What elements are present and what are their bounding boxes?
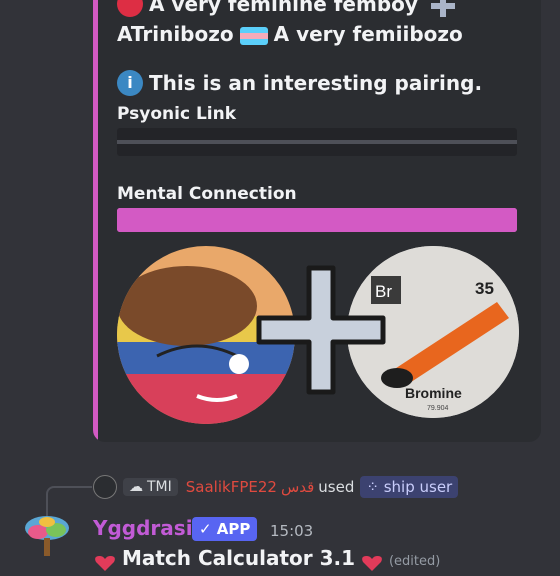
pairing-line: i This is an interesting pairing. — [117, 69, 483, 98]
command-icon: ⁘ — [366, 478, 384, 496]
bromine-mass: 79.904 — [427, 405, 449, 412]
heart-icon — [117, 0, 143, 17]
ship-command-label: ship user — [383, 478, 453, 496]
reply-username[interactable]: SaalikFPE22 — [186, 478, 277, 496]
mental-connection-fill — [117, 208, 517, 232]
reply-context[interactable]: ☁ TMI SaalikFPE22 قدس used ⁘ ship user — [93, 474, 459, 500]
message-title: Match Calculator 3.1 (edited) — [95, 546, 441, 571]
reply-username-suffix: قدس — [280, 478, 315, 496]
plus-icon — [430, 0, 455, 17]
big-plus-icon — [256, 265, 386, 395]
bromine-name: Bromine — [405, 385, 462, 401]
message-title-text: Match Calculator 3.1 — [121, 546, 356, 570]
message-timestamp: 15:03 — [270, 522, 314, 540]
line1-text: A very feminine femboy — [149, 0, 418, 16]
psyonic-link-label: Psyonic Link — [117, 104, 237, 124]
app-badge: ✓ APP — [192, 517, 258, 541]
embed-line-1: A very feminine femboy — [117, 0, 457, 19]
cloud-icon: ☁ — [129, 479, 143, 495]
reply-avatar[interactable] — [93, 475, 117, 499]
line2-name: ATrinibozo — [117, 22, 234, 46]
psyonic-link-track — [117, 140, 517, 144]
info-icon: i — [117, 69, 143, 96]
ship-user-command[interactable]: ⁘ ship user — [360, 476, 459, 498]
bromine-number: 35 — [475, 279, 494, 298]
edited-label: (edited) — [388, 554, 441, 569]
mental-connection-label: Mental Connection — [117, 184, 297, 204]
app-badge-label: APP — [216, 520, 251, 538]
tmi-tag-label: TMI — [147, 479, 172, 495]
tmi-tag[interactable]: ☁ TMI — [123, 478, 178, 496]
psyonic-link-bar — [117, 128, 517, 156]
embed-accent-bar — [93, 0, 98, 442]
embed-line-2: ATrinibozo A very femiibozo — [117, 22, 463, 46]
line2-text: A very femiibozo — [273, 22, 463, 46]
yggdrasil-avatar[interactable] — [22, 512, 72, 562]
match-embed: A very feminine femboy ATrinibozo A very … — [93, 0, 541, 442]
reply-used-text: used — [318, 478, 355, 496]
message-username[interactable]: Yggdrasil — [93, 516, 199, 540]
pairing-text: This is an interesting pairing. — [149, 71, 483, 95]
flag-icon — [239, 26, 268, 45]
mental-connection-bar — [117, 208, 517, 232]
